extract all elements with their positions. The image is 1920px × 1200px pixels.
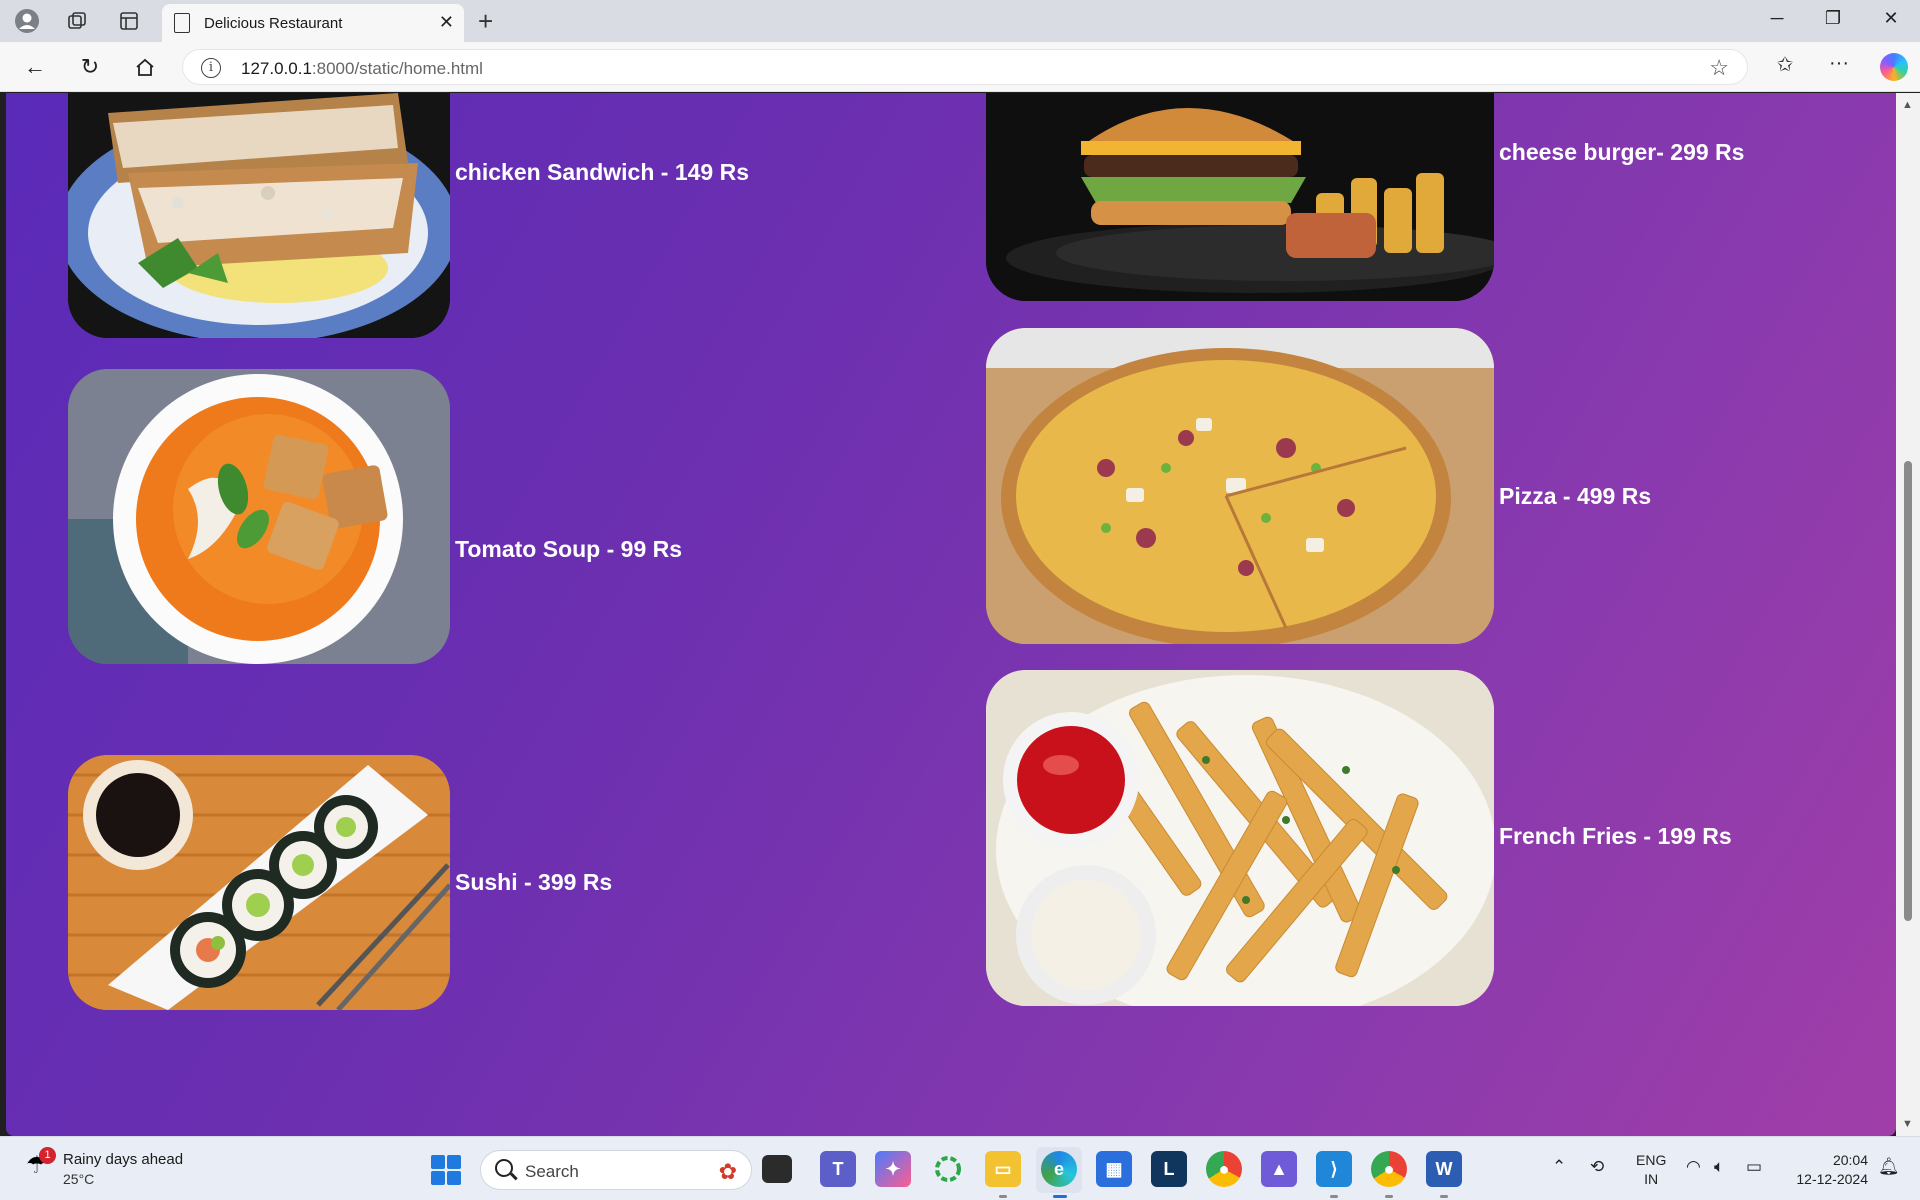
page-scrollbar[interactable]: ▲ ▼ [1896,93,1920,1136]
notifications-icon[interactable]: 🔔︎ [1878,1157,1900,1177]
scrollbar-thumb[interactable] [1904,461,1912,921]
address-toolbar: ← ↻ i 127.0.0.1:8000/static/home.html ☆ … [0,42,1920,92]
workspaces-icon[interactable] [64,8,90,34]
taskbar: ☂ 1 Rainy days ahead 25°C Search ✿ T ✦ ▭… [0,1136,1920,1200]
menu-item-label: Sushi - 399 Rs [455,869,613,895]
weather-badge: 1 [39,1147,56,1164]
menu-item-label: chicken Sandwich - 149 Rs [455,159,750,185]
file-explorer-icon[interactable]: ▭ [985,1151,1021,1187]
l-app-icon[interactable]: L [1151,1151,1187,1187]
favorites-icon[interactable]: ✩ [1770,52,1800,77]
site-info-icon[interactable]: i [201,58,221,78]
weather-title[interactable]: Rainy days ahead [63,1151,183,1168]
active-indicator [1053,1195,1067,1198]
minimize-icon[interactable]: ─ [1762,8,1792,29]
copilot-icon[interactable] [1880,53,1908,81]
search-icon [495,1159,513,1177]
tab-title: Delicious Restaurant [204,15,343,32]
running-indicator [999,1195,1007,1198]
clock[interactable]: 20:04 12-12-2024 [1786,1151,1868,1189]
copilot-app-icon[interactable]: ✦ [875,1151,911,1187]
taskbar-search[interactable]: Search ✿ [480,1150,752,1190]
scroll-down-icon[interactable]: ▼ [1902,1118,1913,1130]
tomato-soup-image [68,369,450,664]
close-tab-icon[interactable]: ✕ [439,12,454,33]
back-icon[interactable]: ← [20,52,50,82]
close-window-icon[interactable]: ✕ [1876,8,1906,29]
pizza-image [986,328,1494,644]
windows-start-icon[interactable] [431,1155,461,1185]
menu-item-label: Pizza - 499 Rs [1499,483,1652,509]
running-indicator [1330,1195,1338,1198]
chicken-sandwich-image [68,93,450,338]
search-placeholder: Search [525,1162,579,1181]
astro-app-icon[interactable]: ▲ [1261,1151,1297,1187]
address-bar[interactable]: i 127.0.0.1:8000/static/home.html ☆ [182,49,1748,85]
battery-icon[interactable]: ▭ [1746,1157,1762,1177]
edge-icon[interactable]: e [1041,1151,1077,1187]
chevron-up-icon[interactable]: ⌃ [1552,1157,1566,1177]
scroll-up-icon[interactable]: ▲ [1902,99,1913,111]
sync-icon[interactable]: ⟲ [1590,1157,1604,1177]
store-icon[interactable]: ▦ [1096,1151,1132,1187]
running-indicator [1440,1195,1448,1198]
volume-icon[interactable]: 🔈︎ [1714,1157,1724,1177]
menu-item-label: Tomato Soup - 99 Rs [455,536,683,562]
teams-icon[interactable]: T [820,1151,856,1187]
running-indicator [1385,1195,1393,1198]
poinsettia-icon: ✿ [718,1159,737,1184]
tab-actions-icon[interactable] [116,8,142,34]
browser-tab-bar: Delicious Restaurant ✕ + ─ ❐ ✕ [0,0,1920,42]
browser-tab[interactable]: Delicious Restaurant ✕ [162,4,464,42]
menu-item-label: cheese burger- 299 Rs [1499,139,1745,165]
language-indicator[interactable]: ENG IN [1636,1151,1666,1189]
page-icon [174,13,190,33]
vscode-icon[interactable]: ⟩ [1316,1151,1352,1187]
page-viewport: chicken Sandwich - 149 Rs cheese burger-… [6,93,1896,1136]
url-text[interactable]: 127.0.0.1:8000/static/home.html [241,59,483,79]
chrome-profile-icon[interactable]: ● [1371,1151,1407,1187]
french-fries-image [986,670,1494,1006]
profile-icon[interactable] [14,8,40,34]
chrome-icon[interactable]: ● [1206,1151,1242,1187]
favorite-star-icon[interactable]: ☆ [1709,55,1729,81]
task-view-icon[interactable] [762,1155,792,1183]
weather-temp: 25°C [63,1171,95,1187]
menu-item-label: French Fries - 199 Rs [1499,823,1732,849]
restore-icon[interactable]: ❐ [1818,8,1848,29]
more-options-icon[interactable]: ··· [1824,52,1854,75]
home-icon[interactable] [130,52,160,82]
wifi-icon[interactable]: ◠ [1686,1157,1701,1177]
cheese-burger-image [986,93,1494,301]
new-tab-icon[interactable]: + [478,6,493,37]
loader-app-icon[interactable] [930,1151,966,1187]
sushi-image [68,755,450,1010]
refresh-icon[interactable]: ↻ [75,52,105,82]
word-icon[interactable]: W [1426,1151,1462,1187]
